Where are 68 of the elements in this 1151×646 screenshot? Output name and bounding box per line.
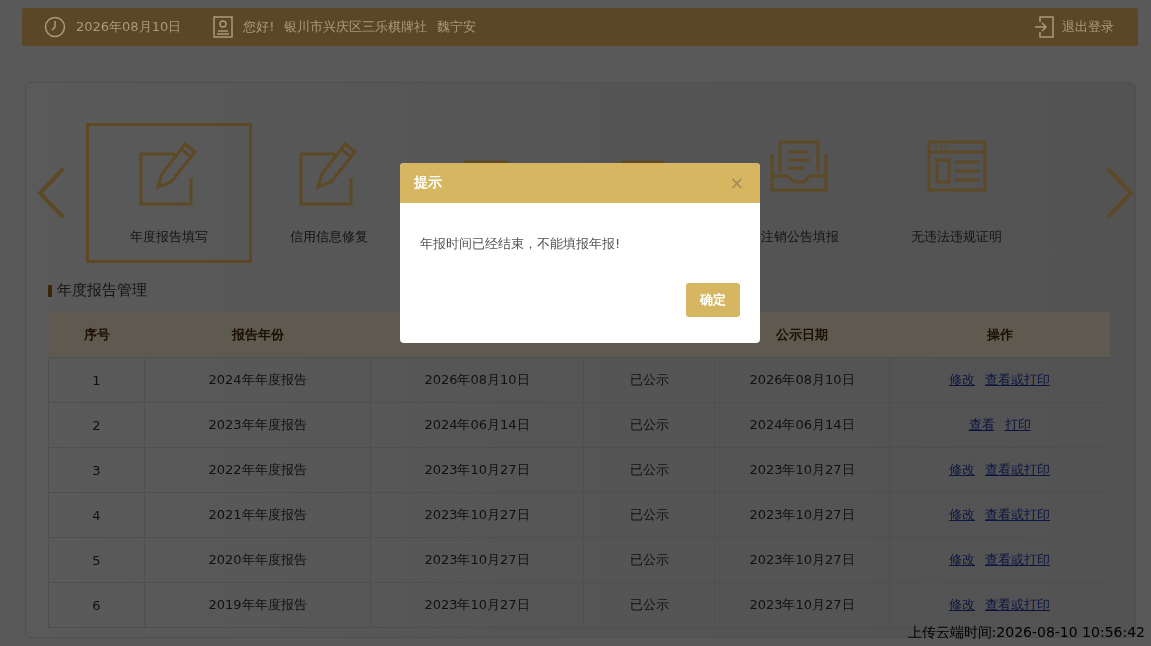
- action-link[interactable]: 修改: [949, 597, 975, 612]
- clock-icon: [44, 16, 66, 38]
- table-cell: 2023年10月27日: [714, 582, 890, 628]
- table-cell: 2021年年度报告: [144, 492, 371, 538]
- table-cell: 已公示: [583, 537, 715, 583]
- edit-icon: [139, 140, 199, 206]
- section-title: 年度报告管理: [57, 281, 147, 300]
- action-link[interactable]: 查看或打印: [985, 507, 1050, 522]
- table-cell: 已公示: [583, 402, 715, 448]
- table-cell: 2023年10月27日: [370, 492, 584, 538]
- table-cell: 2026年08月10日: [714, 357, 890, 403]
- column-header: 操作: [889, 312, 1110, 358]
- table-cell: 2023年10月27日: [370, 582, 584, 628]
- table-cell: 已公示: [583, 357, 715, 403]
- table-cell: 2022年年度报告: [144, 447, 371, 493]
- table-cell: 2023年年度报告: [144, 402, 371, 448]
- tile-label: 注销公告填报: [760, 228, 839, 246]
- logout-link[interactable]: 退出登录: [1034, 16, 1114, 38]
- chevron-left-icon: [36, 168, 66, 218]
- tile-label: 年度报告填写: [130, 228, 208, 246]
- table-cell: 2026年08月10日: [370, 357, 584, 403]
- close-button[interactable]: ×: [729, 173, 744, 193]
- menu-tile[interactable]: 年度报告填写: [86, 123, 252, 263]
- table-cell: 2023年10月27日: [714, 447, 890, 493]
- date-text: 2026年08月10日: [76, 18, 182, 36]
- company-name: 银川市兴庆区三乐棋牌社: [284, 18, 428, 36]
- action-link[interactable]: 修改: [949, 552, 975, 567]
- table-cell: 1: [48, 357, 145, 403]
- table-cell: 5: [48, 537, 145, 583]
- table-cell: 6: [48, 582, 145, 628]
- table-cell: 已公示: [583, 492, 715, 538]
- chevron-right-icon: [1105, 168, 1135, 218]
- table-cell: 已公示: [583, 447, 715, 493]
- greeting-text: 您好!: [243, 18, 275, 36]
- edit-icon: [298, 140, 359, 206]
- action-link[interactable]: 修改: [949, 462, 975, 477]
- table-cell: 已公示: [583, 582, 715, 628]
- table-cell: 2024年06月14日: [714, 402, 890, 448]
- table-cell: 2023年10月27日: [714, 537, 890, 583]
- table-cell: 2023年10月27日: [370, 447, 584, 493]
- dialog-title: 提示: [414, 174, 442, 192]
- user-name: 魏宁安: [437, 18, 477, 36]
- table-cell: 2023年10月27日: [714, 492, 890, 538]
- action-link[interactable]: 查看或打印: [985, 462, 1050, 477]
- table-cell: 4: [48, 492, 145, 538]
- action-link[interactable]: 查看或打印: [985, 552, 1050, 567]
- table-cell: 2024年年度报告: [144, 357, 371, 403]
- confirm-button[interactable]: 确定: [686, 283, 740, 317]
- exit-icon: [1034, 16, 1054, 38]
- table-cell: 2020年年度报告: [144, 537, 371, 583]
- table-cell: 2023年10月27日: [370, 537, 584, 583]
- dialog-message: 年报时间已经结束，不能填报年报!: [420, 235, 622, 253]
- user-card-icon: [213, 16, 234, 38]
- action-link[interactable]: 打印: [1004, 417, 1031, 432]
- upload-time: 上传云端时间:2026-08-10 10:56:42: [907, 624, 1145, 642]
- action-link[interactable]: 修改: [949, 507, 975, 522]
- action-link[interactable]: 修改: [949, 372, 975, 387]
- table-cell: 2: [48, 402, 145, 448]
- action-link[interactable]: 查看: [968, 417, 995, 432]
- title-marker: [48, 284, 52, 297]
- tile-label: 信用信息修复: [289, 228, 368, 246]
- table-cell: 2024年06月14日: [370, 402, 584, 448]
- column-header: 序号: [48, 312, 145, 358]
- table-cell: 2019年年度报告: [144, 582, 371, 628]
- table-cell: 3: [48, 447, 145, 493]
- column-header: 报告年份: [144, 312, 371, 358]
- action-link[interactable]: 查看或打印: [985, 372, 1050, 387]
- action-link[interactable]: 查看或打印: [985, 597, 1050, 612]
